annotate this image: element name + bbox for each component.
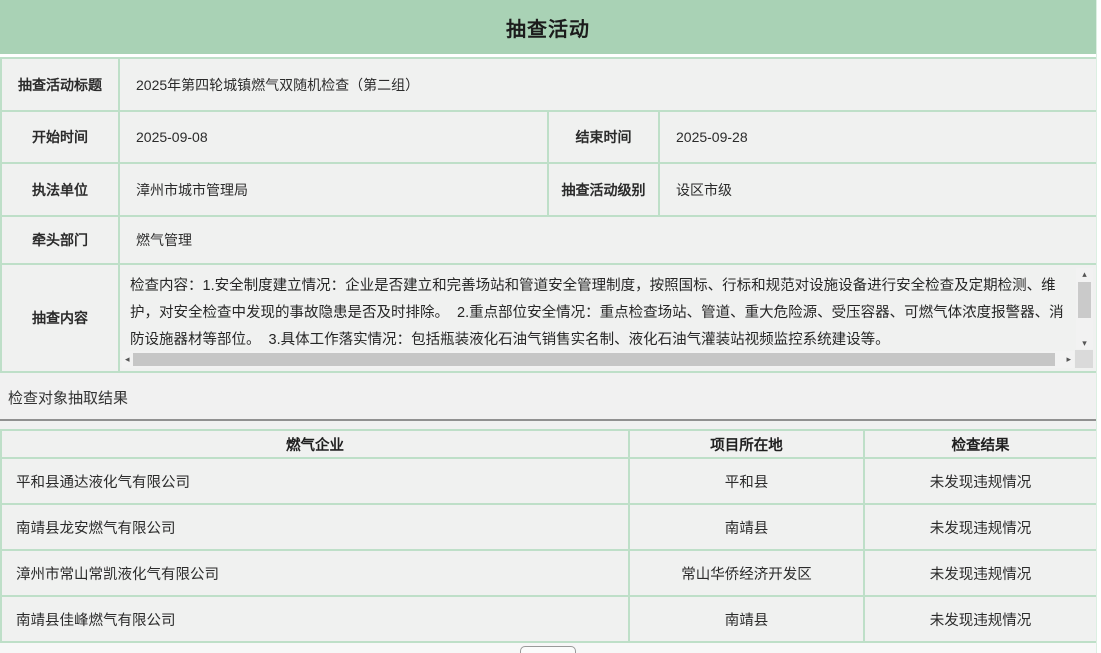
vertical-scrollbar[interactable]: ▴ ▾ (1076, 268, 1093, 349)
table-row: 南靖县龙安燃气有限公司 南靖县 未发现违规情况 (1, 504, 1097, 550)
footer-area: 返回 (0, 643, 1096, 653)
table-row: 漳州市常山常凯液化气有限公司 常山华侨经济开发区 未发现违规情况 (1, 550, 1097, 596)
column-header-location: 项目所在地 (629, 430, 864, 458)
activity-title-value: 2025年第四轮城镇燃气双随机检查（第二组） (119, 58, 1097, 111)
project-location: 南靖县 (629, 504, 864, 550)
activity-level-label: 抽查活动级别 (548, 163, 659, 216)
lead-department-value: 燃气管理 (119, 216, 1097, 264)
horizontal-scrollbar-thumb[interactable] (133, 353, 1056, 366)
table-row: 平和县通达液化气有限公司 平和县 未发现违规情况 (1, 458, 1097, 504)
column-header-company: 燃气企业 (1, 430, 629, 458)
inspection-content-text: 检查内容：1.安全制度建立情况：企业是否建立和完善场站和管道安全管理制度，按照国… (120, 266, 1072, 350)
scroll-up-icon[interactable]: ▴ (1076, 268, 1093, 280)
inspection-result: 未发现违规情况 (864, 550, 1097, 596)
end-date-value: 2025-09-28 (659, 111, 1097, 163)
main-content: 抽查活动 抽查活动标题 2025年第四轮城镇燃气双随机检查（第二组） 开始时间 … (0, 0, 1096, 653)
table-row: 抽查内容 检查内容：1.安全制度建立情况：企业是否建立和完善场站和管道安全管理制… (1, 264, 1097, 372)
results-section-title: 检查对象抽取结果 (0, 373, 1096, 419)
scroll-left-icon[interactable]: ◂ (122, 354, 133, 365)
inspection-result: 未发现违规情况 (864, 458, 1097, 504)
company-name: 南靖县龙安燃气有限公司 (1, 504, 629, 550)
activity-level-value: 设区市级 (659, 163, 1097, 216)
column-header-result: 检查结果 (864, 430, 1097, 458)
vertical-scrollbar-thumb[interactable] (1078, 282, 1091, 318)
activity-title-label: 抽查活动标题 (1, 58, 119, 111)
page: 抽查活动 抽查活动标题 2025年第四轮城镇燃气双随机检查（第二组） 开始时间 … (0, 0, 1101, 653)
company-name: 漳州市常山常凯液化气有限公司 (1, 550, 629, 596)
table-row: 抽查活动标题 2025年第四轮城镇燃气双随机检查（第二组） (1, 58, 1097, 111)
company-name: 南靖县佳峰燃气有限公司 (1, 596, 629, 642)
start-date-value: 2025-09-08 (119, 111, 548, 163)
enforcement-unit-value: 漳州市城市管理局 (119, 163, 548, 216)
right-edge-strip (1096, 0, 1101, 653)
table-row: 开始时间 2025-09-08 结束时间 2025-09-28 (1, 111, 1097, 163)
results-header-row: 燃气企业 项目所在地 检查结果 (1, 430, 1097, 458)
inspection-result: 未发现违规情况 (864, 596, 1097, 642)
inspection-result: 未发现违规情况 (864, 504, 1097, 550)
back-button[interactable]: 返回 (520, 646, 576, 653)
section-divider-gap (0, 421, 1096, 429)
inspection-content-label: 抽查内容 (1, 264, 119, 372)
start-date-label: 开始时间 (1, 111, 119, 163)
enforcement-unit-label: 执法单位 (1, 163, 119, 216)
scroll-down-icon[interactable]: ▾ (1076, 337, 1093, 349)
page-title: 抽查活动 (506, 13, 590, 42)
project-location: 南靖县 (629, 596, 864, 642)
table-row: 牵头部门 燃气管理 (1, 216, 1097, 264)
project-location: 平和县 (629, 458, 864, 504)
lead-department-label: 牵头部门 (1, 216, 119, 264)
table-row: 南靖县佳峰燃气有限公司 南靖县 未发现违规情况 (1, 596, 1097, 642)
table-row: 执法单位 漳州市城市管理局 抽查活动级别 设区市级 (1, 163, 1097, 216)
project-location: 常山华侨经济开发区 (629, 550, 864, 596)
results-section: 检查对象抽取结果 (0, 373, 1096, 429)
horizontal-scrollbar[interactable]: ◂ ▸ (122, 351, 1074, 368)
page-title-bar: 抽查活动 (0, 0, 1096, 54)
end-date-label: 结束时间 (548, 111, 659, 163)
inspection-content-cell: 检查内容：1.安全制度建立情况：企业是否建立和完善场站和管道安全管理制度，按照国… (119, 264, 1097, 372)
results-table: 燃气企业 项目所在地 检查结果 平和县通达液化气有限公司 平和县 未发现违规情况… (0, 429, 1098, 643)
activity-detail-table: 抽查活动标题 2025年第四轮城镇燃气双随机检查（第二组） 开始时间 2025-… (0, 57, 1098, 373)
scroll-right-icon[interactable]: ▸ (1063, 354, 1074, 365)
inspection-content-scrollarea[interactable]: 检查内容：1.安全制度建立情况：企业是否建立和完善场站和管道安全管理制度，按照国… (120, 266, 1096, 370)
scrollbar-corner (1075, 350, 1093, 368)
company-name: 平和县通达液化气有限公司 (1, 458, 629, 504)
